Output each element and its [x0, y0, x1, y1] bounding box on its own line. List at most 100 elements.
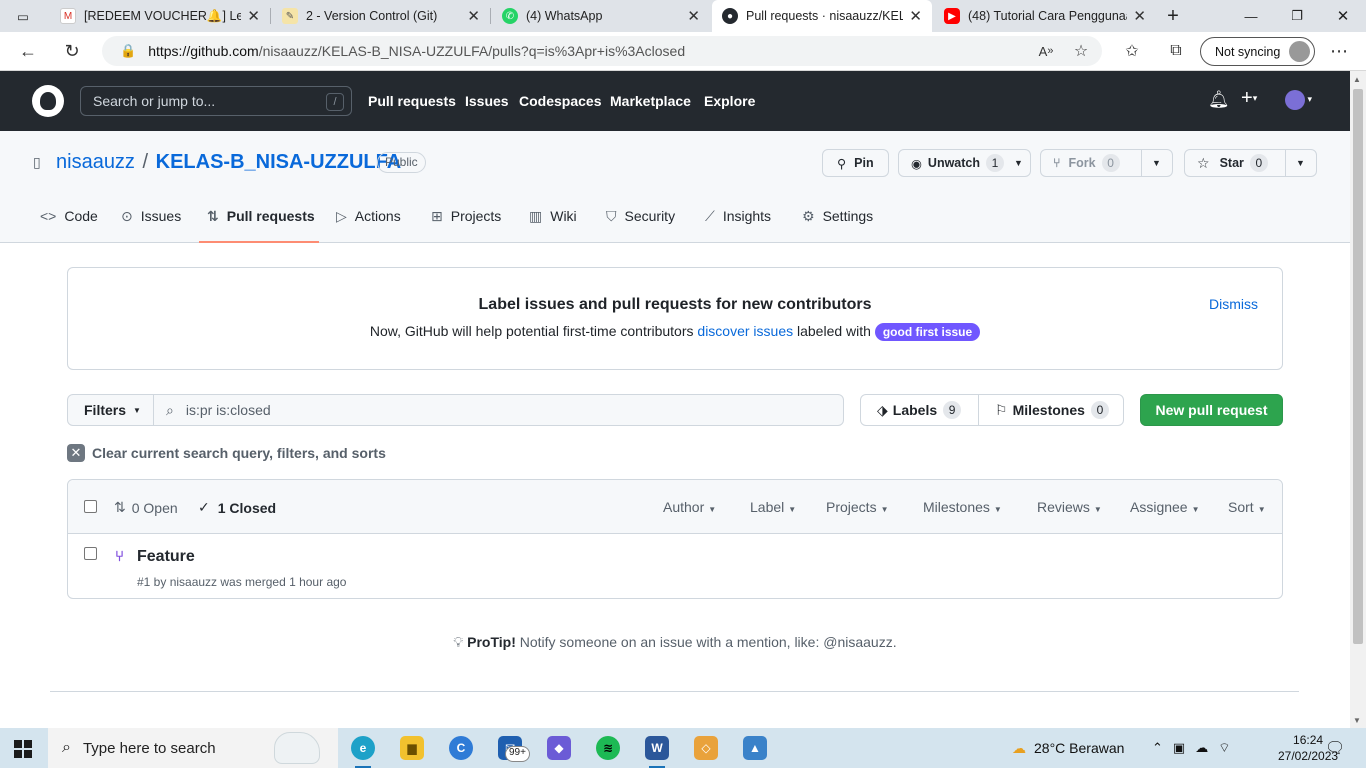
photos-icon[interactable]: ▲: [743, 736, 767, 760]
unwatch-button[interactable]: ◉ Unwatch 1 ▼: [898, 149, 1031, 177]
fork-dropdown-icon[interactable]: ▼: [1141, 150, 1171, 176]
new-tab-button[interactable]: +: [1158, 0, 1188, 32]
open-filter[interactable]: ⇅ 0 Open: [114, 499, 178, 516]
nav-codespaces[interactable]: Codespaces: [519, 93, 601, 109]
new-pull-request-button[interactable]: New pull request: [1140, 394, 1283, 426]
favorites-icon[interactable]: ✩: [1118, 37, 1146, 65]
read-aloud-icon[interactable]: A»: [1032, 37, 1060, 65]
scroll-up-icon[interactable]: ▲: [1353, 75, 1361, 84]
label-filter[interactable]: Label ▼: [750, 499, 796, 515]
nav-explore[interactable]: Explore: [704, 93, 755, 109]
scroll-down-icon[interactable]: ▼: [1353, 716, 1361, 725]
tab-insights[interactable]: ⟋ Insights: [705, 208, 771, 243]
issue-search-input[interactable]: ⌕ is:pr is:closed: [153, 394, 844, 426]
tab-settings[interactable]: ⚙ Settings: [802, 208, 873, 243]
edge-icon[interactable]: e: [351, 736, 375, 768]
author-filter[interactable]: Author ▼: [663, 499, 716, 515]
tab-issues[interactable]: ⊙ Issues: [121, 208, 181, 243]
milestones-button[interactable]: ⚐ Milestones 0: [978, 395, 1123, 425]
tab-projects[interactable]: ⊞ Projects: [431, 208, 501, 243]
page-scrollbar[interactable]: ▲ ▼: [1350, 71, 1366, 728]
assignee-filter[interactable]: Assignee ▼: [1130, 499, 1200, 515]
tab-actions[interactable]: ▷ Actions: [336, 208, 401, 243]
pin-button[interactable]: ⚲ Pin: [822, 149, 889, 177]
app-icon[interactable]: ◆: [547, 736, 571, 760]
close-tab-icon[interactable]: ✕: [247, 7, 260, 25]
repo-owner-link[interactable]: nisaauzz: [56, 151, 135, 173]
select-all-checkbox[interactable]: [84, 500, 97, 513]
url-field[interactable]: 🔒 https://github.com/nisaauzz/KELAS-B_NI…: [102, 36, 1102, 66]
meet-now-icon[interactable]: ▣: [1173, 740, 1185, 756]
sort-filter[interactable]: Sort ▼: [1228, 499, 1266, 515]
bell-icon[interactable]: 🔔︎: [1208, 90, 1230, 110]
tab-security[interactable]: ⛉ Security: [606, 208, 675, 243]
wifi-icon[interactable]: ⌔: [1218, 740, 1230, 756]
nav-issues[interactable]: Issues: [465, 93, 509, 109]
onedrive-icon[interactable]: ☁: [1195, 740, 1208, 756]
scrollbar-thumb[interactable]: [1353, 89, 1363, 644]
check-icon: ✓: [198, 499, 210, 515]
browser-tab-version-control[interactable]: ✎ 2 - Version Control (Git) ✕: [272, 0, 490, 32]
close-tab-icon[interactable]: ✕: [1133, 7, 1146, 25]
browser-app-icon[interactable]: C: [449, 736, 473, 760]
clear-filters-link[interactable]: ✕ Clear current search query, filters, a…: [67, 444, 386, 462]
weather-widget[interactable]: ☁ 28°C Berawan: [1012, 728, 1124, 768]
tab-actions-icon[interactable]: ▭: [0, 0, 46, 32]
refresh-icon[interactable]: ↻: [57, 37, 87, 65]
nav-marketplace[interactable]: Marketplace: [610, 93, 691, 109]
close-window-icon[interactable]: ✕: [1320, 0, 1366, 32]
milestones-filter[interactable]: Milestones ▼: [923, 499, 1002, 515]
tab-wiki[interactable]: ▥ Wiki: [529, 208, 577, 243]
user-avatar[interactable]: ▾: [1285, 89, 1312, 110]
collections-icon[interactable]: ⧉: [1162, 37, 1190, 65]
back-icon[interactable]: ←: [13, 37, 43, 65]
star-dropdown-icon[interactable]: ▼: [1285, 150, 1315, 176]
reviews-filter[interactable]: Reviews ▼: [1037, 499, 1102, 515]
restore-icon[interactable]: ❐: [1274, 0, 1320, 32]
closed-filter[interactable]: ✓ 1 Closed: [198, 499, 276, 516]
github-header: Search or jump to... / Pull requests Iss…: [0, 71, 1350, 131]
nav-pull-requests[interactable]: Pull requests: [368, 93, 456, 109]
labels-button[interactable]: ⬗ Labels 9: [861, 395, 978, 425]
caret-down-icon: ▼: [708, 505, 717, 514]
github-logo-icon[interactable]: [32, 85, 64, 117]
plus-icon[interactable]: +▾: [1241, 87, 1257, 110]
filter-label: Milestones: [923, 499, 990, 515]
browser-tab-gmail[interactable]: M [REDEEM VOUCHER🔔] Learn ✕: [50, 0, 270, 32]
spotify-icon[interactable]: ≋: [596, 736, 620, 760]
star-button[interactable]: ☆ Star 0 ▼: [1184, 149, 1317, 177]
chevron-up-icon[interactable]: ⌃: [1152, 740, 1163, 756]
browser-tab-github[interactable]: ● Pull requests · nisaauzz/KELAS ✕: [712, 0, 932, 32]
list-header: ⇅ 0 Open ✓ 1 Closed Author ▼ Label ▼ Proje…: [68, 480, 1282, 534]
notes-icon: ✎: [282, 8, 298, 24]
tab-pull-requests[interactable]: ⇅ Pull requests: [199, 208, 319, 243]
good-first-issue-label[interactable]: good first issue: [874, 323, 981, 341]
tab-code[interactable]: <> Code: [40, 208, 98, 243]
discover-issues-link[interactable]: discover issues: [697, 323, 793, 339]
pr-title-link[interactable]: Feature: [137, 548, 195, 566]
dismiss-button[interactable]: Dismiss: [1209, 296, 1258, 312]
windows-start-icon[interactable]: [14, 740, 32, 758]
taskbar-search-input[interactable]: ⌕ Type here to search: [48, 728, 338, 768]
close-tab-icon[interactable]: ✕: [467, 7, 480, 25]
more-menu-icon[interactable]: ⋯: [1325, 37, 1353, 65]
close-tab-icon[interactable]: ✕: [909, 7, 922, 25]
projects-filter[interactable]: Projects ▼: [826, 499, 889, 515]
notifications-icon[interactable]: 🗨︎: [1325, 728, 1345, 768]
repo-name-link[interactable]: KELAS-B_NISA-UZZULFA: [156, 151, 402, 173]
app-icon[interactable]: ◇: [694, 736, 718, 760]
fork-button[interactable]: ⑂ Fork 0 ▼: [1040, 149, 1173, 177]
book-icon: ▥: [529, 208, 543, 224]
browser-tab-youtube[interactable]: ▶ (48) Tutorial Cara Penggunaan ✕: [934, 0, 1156, 32]
browser-tab-whatsapp[interactable]: ✆ (4) WhatsApp ✕: [492, 0, 710, 32]
filters-button[interactable]: Filters ▼: [67, 394, 154, 426]
minimize-icon[interactable]: —: [1228, 0, 1274, 32]
search-input[interactable]: Search or jump to... /: [80, 86, 352, 116]
word-icon[interactable]: W: [645, 736, 669, 768]
add-favorite-icon[interactable]: ☆: [1067, 37, 1095, 65]
row-checkbox[interactable]: [84, 547, 97, 560]
file-explorer-icon[interactable]: ▆: [400, 736, 424, 760]
close-tab-icon[interactable]: ✕: [687, 7, 700, 25]
browser-tab-title: 2 - Version Control (Git): [306, 9, 438, 23]
profile-sync-button[interactable]: Not syncing: [1200, 37, 1315, 66]
